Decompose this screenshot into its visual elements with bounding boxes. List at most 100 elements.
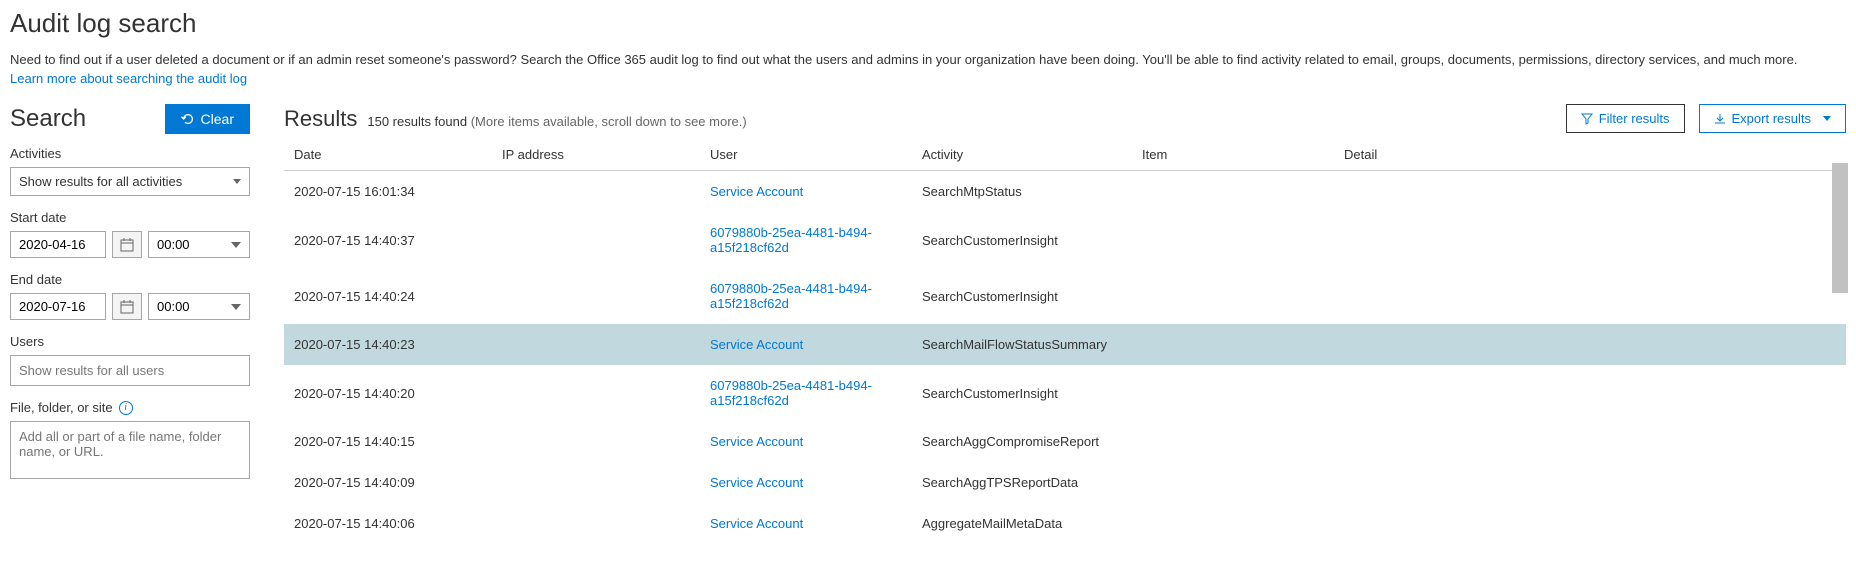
learn-more-link[interactable]: Learn more about searching the audit log [10,71,247,86]
cell-detail [1334,503,1846,544]
cell-date: 2020-07-15 14:40:23 [284,324,492,365]
chevron-down-icon [1823,116,1831,121]
cell-activity: SearchCustomerInsight [912,365,1132,421]
table-row[interactable]: 2020-07-15 16:01:34Service AccountSearch… [284,171,1846,213]
filter-icon [1581,113,1593,125]
file-input[interactable] [10,421,250,479]
table-row[interactable]: 2020-07-15 14:40:20 6079880b-25ea-4481-b4… [284,365,1846,421]
clear-button-label: Clear [201,111,234,127]
cell-ip [492,365,700,421]
users-label: Users [10,334,250,349]
enddate-label: End date [10,272,250,287]
cell-date: 2020-07-15 14:40:20 [284,365,492,421]
filter-results-label: Filter results [1599,111,1670,126]
search-heading: Search [10,105,86,133]
results-count: 150 results found [367,114,467,129]
export-results-button[interactable]: Export results [1699,104,1846,133]
cell-ip [492,421,700,462]
cell-detail [1334,324,1846,365]
search-panel: Search Clear Activities Show results for… [10,104,250,544]
calendar-icon [120,300,134,314]
export-results-label: Export results [1732,111,1811,126]
cell-detail [1334,171,1846,213]
table-row[interactable]: 2020-07-15 14:40:15Service AccountSearch… [284,421,1846,462]
endtime-select[interactable]: 00:00 [148,293,250,320]
cell-date: 2020-07-15 14:40:09 [284,462,492,503]
clear-button[interactable]: Clear [165,104,250,134]
table-row[interactable]: 2020-07-15 14:40:24 6079880b-25ea-4481-b4… [284,268,1846,324]
user-link[interactable]: 6079880b-25ea-4481-b494-a15f218cf62d [710,281,872,311]
col-item[interactable]: Item [1132,143,1334,171]
page-title: Audit log search [10,8,1846,39]
intro-text: Need to find out if a user deleted a doc… [10,51,1846,69]
user-link[interactable]: 6079880b-25ea-4481-b494-a15f218cf62d [710,378,872,408]
calendar-icon [120,238,134,252]
cell-ip [492,503,700,544]
enddate-calendar-button[interactable] [112,293,142,320]
cell-detail [1334,212,1846,268]
filter-results-button[interactable]: Filter results [1566,104,1685,133]
activities-label: Activities [10,146,250,161]
cell-item [1132,503,1334,544]
cell-user: Service Account [700,421,912,462]
enddate-input[interactable] [10,293,106,320]
cell-detail [1334,421,1846,462]
cell-item [1132,365,1334,421]
cell-detail [1334,462,1846,503]
table-header-row: Date IP address User Activity Item Detai… [284,143,1846,171]
table-row[interactable]: 2020-07-15 14:40:37 6079880b-25ea-4481-b4… [284,212,1846,268]
user-link[interactable]: Service Account [710,516,803,531]
results-heading: Results [284,106,357,132]
col-user[interactable]: User [700,143,912,171]
col-detail[interactable]: Detail [1334,143,1846,171]
col-activity[interactable]: Activity [912,143,1132,171]
table-row[interactable]: 2020-07-15 14:40:23 Service Account Search… [284,324,1846,365]
startdate-label: Start date [10,210,250,225]
cell-activity: SearchCustomerInsight [912,268,1132,324]
undo-icon [181,112,195,126]
cell-activity: SearchAggTPSReportData [912,462,1132,503]
scrollbar[interactable] [1832,163,1848,293]
user-link[interactable]: Service Account [710,184,803,199]
col-date[interactable]: Date [284,143,492,171]
cell-item [1132,268,1334,324]
info-icon[interactable]: i [119,401,133,415]
cell-item [1132,462,1334,503]
user-link[interactable]: Service Account [710,434,803,449]
cell-activity: SearchMailFlowStatusSummary [912,324,1132,365]
cell-detail [1334,268,1846,324]
cell-item [1132,324,1334,365]
users-input[interactable] [10,355,250,386]
file-label: File, folder, or site i [10,400,250,415]
user-link[interactable]: Service Account [710,337,803,352]
startdate-calendar-button[interactable] [112,231,142,258]
table-row[interactable]: 2020-07-15 14:40:09 Service Account Search… [284,462,1846,503]
cell-date: 2020-07-15 14:40:15 [284,421,492,462]
cell-item [1132,171,1334,213]
chevron-down-icon [233,179,241,184]
user-link[interactable]: Service Account [710,475,803,490]
cell-ip [492,268,700,324]
user-link[interactable]: 6079880b-25ea-4481-b494-a15f218cf62d [710,225,872,255]
cell-activity: SearchMtpStatus [912,171,1132,213]
starttime-select[interactable]: 00:00 [148,231,250,258]
cell-user: Service Account [700,324,912,365]
table-row[interactable]: 2020-07-15 14:40:06Service AccountAggreg… [284,503,1846,544]
cell-user: 6079880b-25ea-4481-b494-a15f218cf62d [700,365,912,421]
cell-date: 2020-07-15 14:40:37 [284,212,492,268]
cell-user: 6079880b-25ea-4481-b494-a15f218cf62d [700,212,912,268]
col-ip[interactable]: IP address [492,143,700,171]
startdate-input[interactable] [10,231,106,258]
cell-user: Service Account [700,462,912,503]
cell-date: 2020-07-15 14:40:24 [284,268,492,324]
results-panel: Results 150 results found (More items av… [284,104,1846,544]
activities-dropdown[interactable]: Show results for all activities [10,167,250,196]
cell-item [1132,212,1334,268]
cell-detail [1334,365,1846,421]
cell-date: 2020-07-15 14:40:06 [284,503,492,544]
results-table: Date IP address User Activity Item Detai… [284,143,1846,544]
results-hint: (More items available, scroll down to se… [471,114,747,129]
cell-ip [492,171,700,213]
cell-user: Service Account [700,503,912,544]
cell-ip [492,212,700,268]
